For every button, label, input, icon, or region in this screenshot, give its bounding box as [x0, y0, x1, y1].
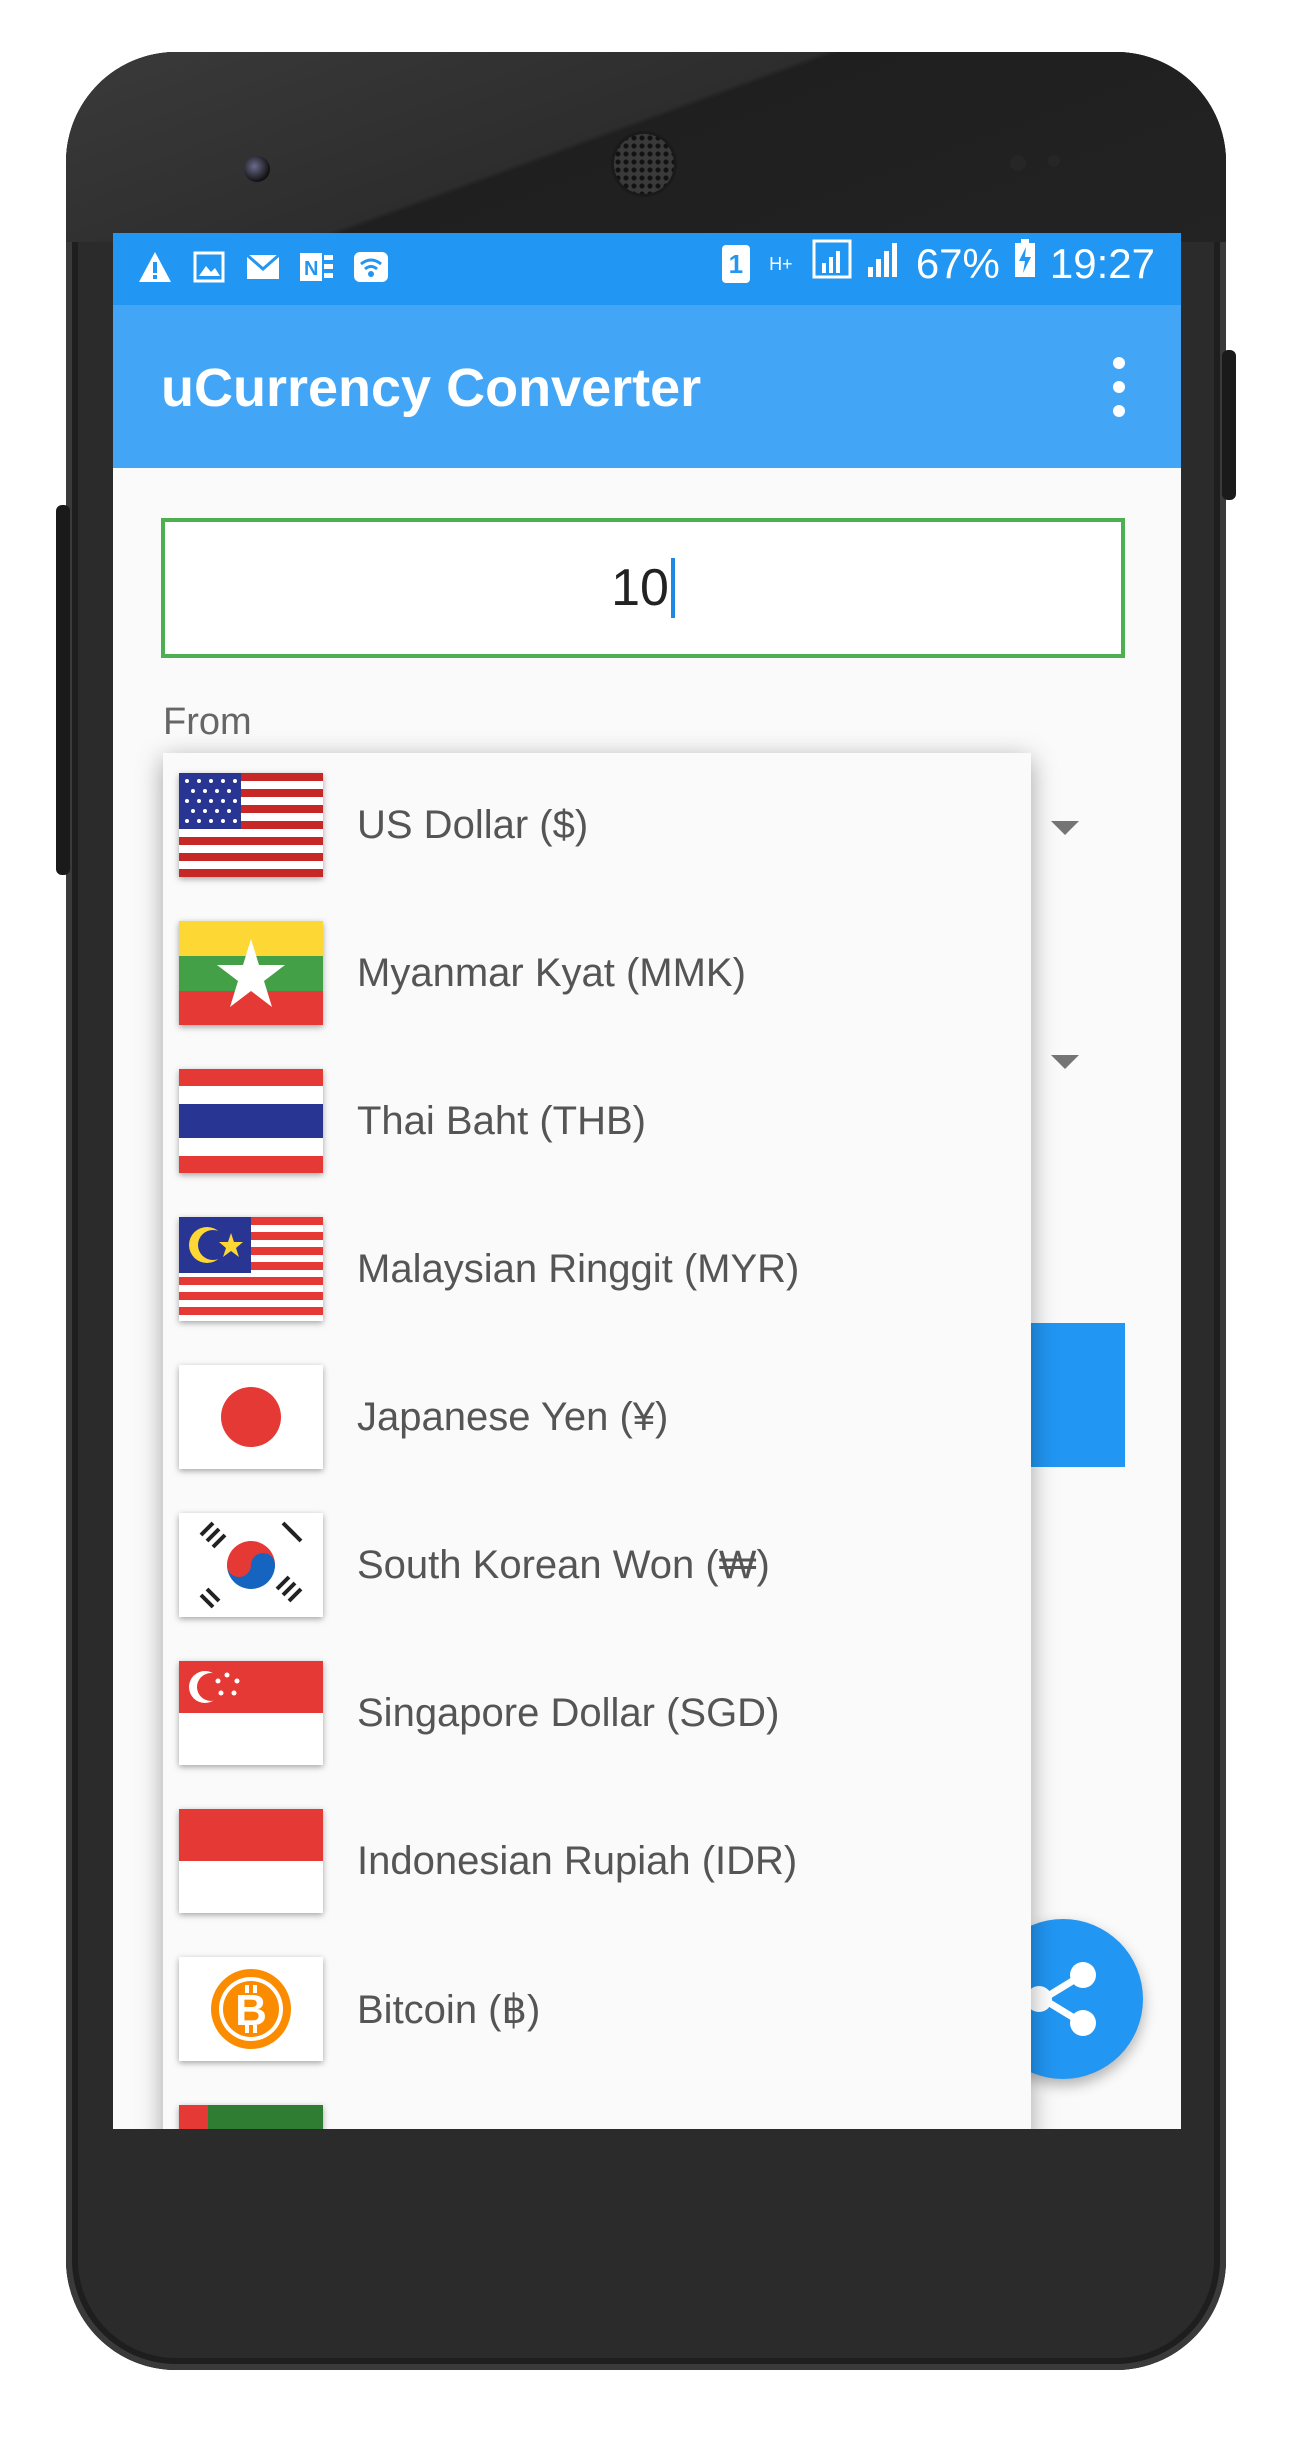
warning-icon: [135, 247, 175, 287]
power-button: [1222, 350, 1236, 500]
network-type-icon: H+: [769, 254, 793, 274]
app-toolbar: uCurrency Converter: [113, 305, 1181, 468]
currency-label: Malaysian Ringgit (MYR): [357, 1247, 800, 1291]
currency-label: Bitcoin (฿): [357, 1988, 541, 2032]
currency-label: US Dollar ($): [357, 803, 589, 847]
battery-percent: 67%: [915, 240, 1000, 287]
light-sensor: [1048, 155, 1060, 167]
us-flag-icon: [179, 773, 323, 877]
clock: 19:27: [1049, 240, 1155, 287]
svg-text:N: N: [304, 258, 318, 280]
thailand-flag-icon: [179, 1069, 323, 1173]
list-item-thb[interactable]: Thai Baht (THB): [163, 1049, 1031, 1197]
volume-button: [56, 505, 70, 875]
front-camera: [244, 156, 270, 182]
battery-charging-icon: [1014, 239, 1036, 289]
amount-value: 10: [611, 559, 669, 617]
list-item-krw[interactable]: South Korean Won (₩): [163, 1493, 1031, 1641]
indonesia-flag-icon: [179, 1809, 323, 1913]
wifi-icon: [351, 247, 391, 287]
to-spinner-arrow-icon[interactable]: [1051, 1055, 1079, 1069]
currency-label: Thai Baht (THB): [357, 1099, 646, 1143]
list-item-idr[interactable]: Indonesian Rupiah (IDR): [163, 1789, 1031, 1937]
currency-dropdown: US Dollar ($) Myanmar Kyat (MMK) Thai Ba…: [163, 753, 1031, 2129]
japan-flag-icon: [179, 1365, 323, 1469]
amount-input[interactable]: 10: [161, 518, 1125, 658]
list-item-btc[interactable]: B Bitcoin (฿): [163, 1937, 1031, 2085]
myanmar-flag-icon: [179, 921, 323, 1025]
partial-flag-icon: [179, 2105, 323, 2129]
app-title: uCurrency Converter: [161, 358, 702, 418]
proximity-sensor: [1010, 155, 1026, 171]
sim-card-icon: 1: [721, 245, 750, 283]
signal-sim1-icon: [812, 239, 852, 289]
currency-label: Indonesian Rupiah (IDR): [357, 1839, 798, 1883]
list-item-mmk[interactable]: Myanmar Kyat (MMK): [163, 901, 1031, 1049]
from-label: From: [163, 701, 252, 743]
list-item-sgd[interactable]: Singapore Dollar (SGD): [163, 1641, 1031, 1789]
svg-text:B: B: [235, 1986, 267, 2035]
list-item-partial[interactable]: [163, 2085, 1031, 2129]
singapore-flag-icon: [179, 1661, 323, 1765]
mail-icon: [243, 247, 283, 287]
earpiece-speaker: [614, 134, 674, 194]
south-korea-flag-icon: [179, 1513, 323, 1617]
status-bar: N 1 H+ 67% 19:27: [113, 233, 1181, 305]
currency-label: South Korean Won (₩): [357, 1543, 770, 1587]
currency-label: Japanese Yen (¥): [357, 1395, 669, 1439]
currency-label: Myanmar Kyat (MMK): [357, 951, 746, 995]
notes-app-icon: N: [297, 247, 337, 287]
bitcoin-icon: B: [179, 1957, 323, 2061]
currency-label: Singapore Dollar (SGD): [357, 1691, 780, 1735]
malaysia-flag-icon: [179, 1217, 323, 1321]
from-spinner-arrow-icon[interactable]: [1051, 821, 1079, 835]
list-item-myr[interactable]: Malaysian Ringgit (MYR): [163, 1197, 1031, 1345]
overflow-menu-icon[interactable]: [1109, 357, 1129, 417]
text-cursor: [670, 558, 675, 618]
signal-sim2-icon: [866, 239, 902, 289]
image-icon: [189, 247, 229, 287]
screen: N 1 H+ 67% 19:27 uCurrency Converter 10 …: [113, 233, 1181, 2129]
list-item-jpy[interactable]: Japanese Yen (¥): [163, 1345, 1031, 1493]
list-item-usd[interactable]: US Dollar ($): [163, 753, 1031, 901]
